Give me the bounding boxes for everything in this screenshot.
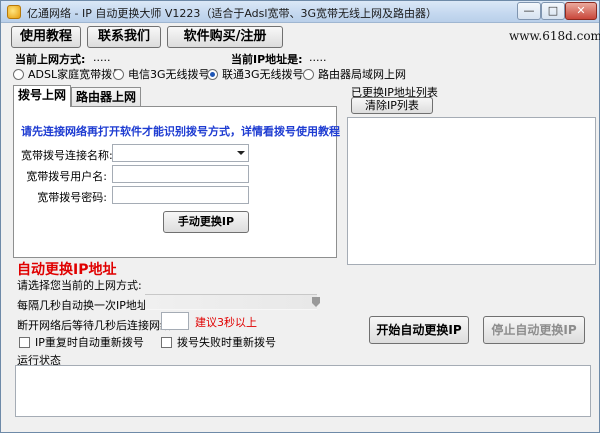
checkbox-box [19, 336, 30, 348]
current-mode-label: 当前上网方式: [15, 53, 86, 66]
maximize-button[interactable]: □ [541, 2, 565, 20]
mode-prompt: 请选择您当前的上网方式: [17, 279, 142, 292]
slider-thumb[interactable] [312, 297, 320, 307]
close-button[interactable]: ✕ [565, 2, 597, 20]
app-icon [7, 5, 21, 19]
mode-radio-adsl[interactable]: ADSL家庭宽带拨号 [13, 66, 123, 82]
tutorial-button[interactable]: 使用教程 [11, 26, 81, 48]
password-label: 宽带拨号密码: [37, 191, 107, 204]
checkbox-box [161, 336, 172, 348]
wait-label: 断开网络后等待几秒后连接网络: [17, 319, 175, 332]
clear-ip-list-button[interactable]: 清除IP列表 [351, 97, 433, 114]
radio-label: 路由器局域网上网 [318, 68, 406, 81]
conn-name-label: 宽带拨号连接名称: [21, 149, 113, 162]
conn-name-combobox[interactable] [112, 144, 249, 162]
stop-auto-change-button[interactable]: 停止自动更换IP [483, 316, 585, 344]
status-log[interactable] [15, 365, 591, 417]
username-input[interactable] [112, 165, 249, 183]
connect-notice: 请先连接网络再打开软件才能识别拨号方式，详情看拨号使用教程 [21, 125, 340, 138]
redial-on-fail-checkbox[interactable]: 拨号失败时重新拨号 [161, 334, 276, 350]
radio-label: ADSL家庭宽带拨号 [28, 68, 124, 81]
window-title: 亿通网络 - IP 自动更换大师 V1223（适合于Adsl宽带、3G宽带无线上… [27, 7, 437, 20]
manual-change-ip-button[interactable]: 手动更换IP [163, 211, 249, 233]
redial-on-repeat-checkbox[interactable]: IP重复时自动重新拨号 [19, 334, 144, 350]
mode-radio-unicom-3g[interactable]: 联通3G无线拨号 [207, 66, 304, 82]
wait-seconds-input[interactable] [161, 312, 189, 330]
username-label: 宽带拨号用户名: [26, 170, 107, 183]
tab-dial[interactable]: 拨号上网 [13, 85, 71, 107]
tab-router[interactable]: 路由器上网 [71, 87, 141, 107]
checkbox-label: IP重复时自动重新拨号 [35, 336, 144, 349]
interval-slider[interactable] [145, 294, 320, 310]
title-bar[interactable]: 亿通网络 - IP 自动更换大师 V1223（适合于Adsl宽带、3G宽带无线上… [1, 1, 599, 23]
ip-address-list[interactable] [347, 117, 596, 265]
radio-indicator [13, 68, 24, 80]
purchase-button[interactable]: 软件购买/注册 [167, 26, 283, 48]
radio-indicator [113, 68, 124, 80]
current-ip-value: ..... [309, 51, 327, 64]
website-url: www.618d.com [509, 29, 600, 43]
radio-indicator-selected [207, 68, 218, 80]
mode-radio-router[interactable]: 路由器局域网上网 [303, 66, 406, 82]
radio-label: 电信3G无线拨号 [128, 68, 210, 81]
mode-radio-telecom-3g[interactable]: 电信3G无线拨号 [113, 66, 210, 82]
auto-section-title: 自动更换IP地址 [17, 262, 117, 278]
interval-label: 每隔几秒自动换一次IP地址: [17, 299, 152, 312]
start-auto-change-button[interactable]: 开始自动更换IP [369, 316, 469, 344]
radio-label: 联通3G无线拨号 [222, 68, 304, 81]
radio-indicator [303, 68, 314, 80]
current-mode-value: ..... [93, 51, 111, 64]
current-ip-label: 当前IP地址是: [231, 53, 303, 66]
chevron-down-icon[interactable] [237, 151, 245, 155]
password-input[interactable] [112, 186, 249, 204]
checkbox-label: 拨号失败时重新拨号 [177, 336, 276, 349]
contact-button[interactable]: 联系我们 [87, 26, 161, 48]
minimize-button[interactable]: — [517, 2, 541, 20]
main-window: 亿通网络 - IP 自动更换大师 V1223（适合于Adsl宽带、3G宽带无线上… [0, 0, 600, 433]
wait-hint: 建议3秒以上 [195, 316, 257, 329]
